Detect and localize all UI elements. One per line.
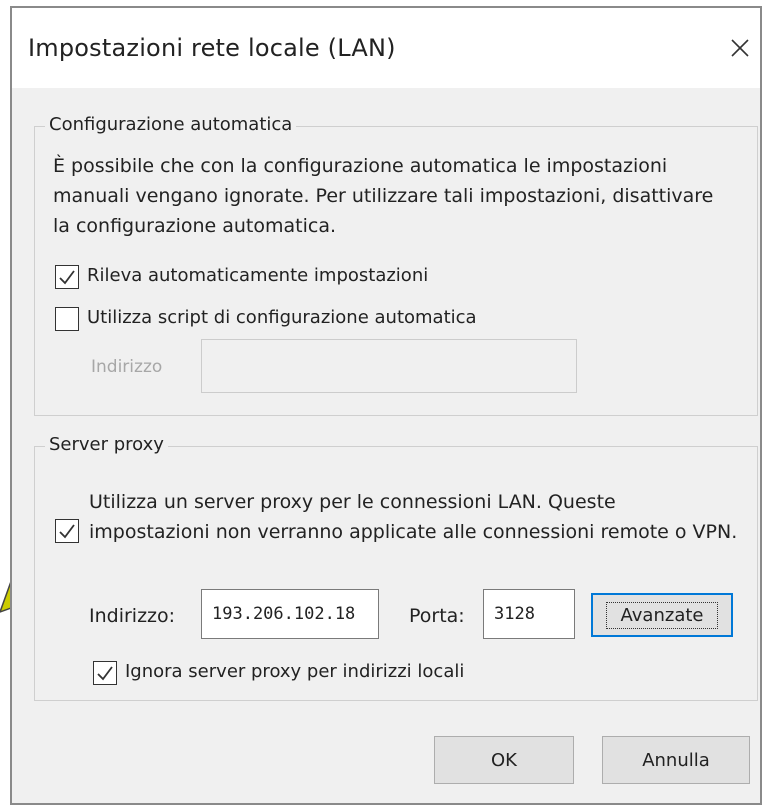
bypass-local-checkbox[interactable] [93,661,117,685]
checkmark-icon [59,524,75,539]
auto-config-group: Configurazione automatica È possibile ch… [34,114,758,416]
screenshot-stage: Impostazioni rete locale (LAN) Configura… [0,0,766,808]
auto-config-title: Configurazione automatica [45,114,297,135]
use-proxy-label[interactable]: Utilizza un server proxy per le connessi… [89,487,739,547]
proxy-port-input[interactable] [483,589,575,639]
close-icon [731,39,749,57]
use-script-checkbox[interactable] [55,307,79,331]
use-proxy-checkbox[interactable] [55,519,79,543]
lan-settings-dialog: Impostazioni rete locale (LAN) Configura… [10,6,762,805]
auto-detect-checkbox[interactable] [55,265,79,289]
checkmark-icon [59,270,75,285]
cancel-button[interactable]: Annulla [602,736,750,784]
advanced-button[interactable]: Avanzate [591,593,733,637]
proxy-port-label: Porta: [409,605,465,627]
proxy-server-group: Server proxy Utilizza un server proxy pe… [34,434,758,701]
title-bar: Impostazioni rete locale (LAN) [12,8,760,88]
auto-detect-label[interactable]: Rileva automaticamente impostazioni [87,265,428,286]
proxy-server-title: Server proxy [45,434,168,455]
bypass-local-label[interactable]: Ignora server proxy per indirizzi locali [125,661,464,682]
use-script-label[interactable]: Utilizza script di configurazione automa… [87,307,477,328]
ok-button[interactable]: OK [434,736,574,784]
proxy-address-input[interactable] [201,589,379,639]
script-address-input[interactable] [201,339,577,393]
script-address-label: Indirizzo [91,357,163,377]
checkmark-icon [97,666,113,681]
dialog-title: Impostazioni rete locale (LAN) [28,34,396,62]
advanced-button-label: Avanzate [605,601,719,629]
proxy-address-label: Indirizzo: [89,605,176,627]
close-button[interactable] [724,32,756,64]
auto-config-description: È possibile che con la configurazione au… [53,155,714,237]
